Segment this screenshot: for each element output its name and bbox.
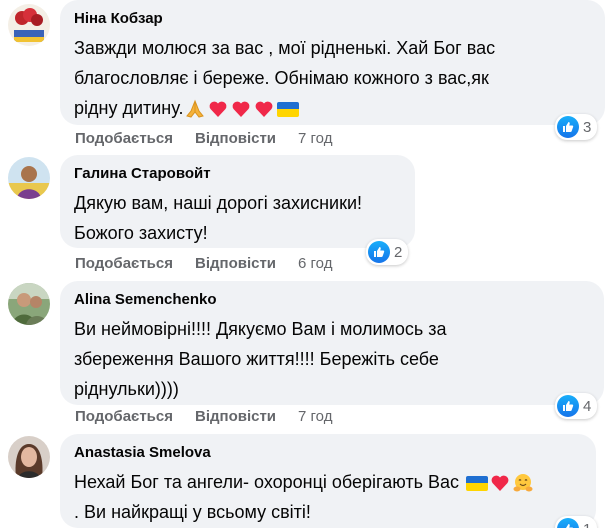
comment-author[interactable]: Галина Старовойт xyxy=(74,164,401,184)
comment-author[interactable]: Ніна Кобзар xyxy=(74,9,591,29)
comment-bubble: Ніна Кобзар Завжди молюся за вас , мої р… xyxy=(60,0,605,125)
comment-line: . Ви найкращі у всьому світі! xyxy=(74,502,311,522)
comment-line: збереження Вашого життя!!!! Бережіть себ… xyxy=(74,349,439,369)
comment-text: Дякую вам, наші дорогі захисники! Божого… xyxy=(74,188,401,248)
reply-button[interactable]: Відповісти xyxy=(195,255,276,273)
comment-line: благословляє і береже. Обнімаю кожного з… xyxy=(74,68,489,88)
comment-author[interactable]: Anastasia Smelova xyxy=(74,443,582,463)
comment-line: рідну дитину. xyxy=(74,93,591,123)
reaction-count-value: 2 xyxy=(394,243,403,261)
red-heart-emoji xyxy=(207,98,229,120)
timestamp[interactable]: 6 год xyxy=(298,255,332,273)
reply-button[interactable]: Відповісти xyxy=(195,408,276,426)
like-icon xyxy=(557,116,579,138)
avatar[interactable] xyxy=(8,157,50,199)
comment-text: Ви неймовірні!!!! Дякуємо Вам і молимось… xyxy=(74,314,590,404)
hugging-face-emoji xyxy=(512,472,534,494)
like-button[interactable]: Подобається xyxy=(75,255,173,273)
comment-line: Божого захисту! xyxy=(74,223,208,243)
reaction-count-value: 1 xyxy=(583,521,591,528)
comment-actions: Подобається Відповісти 7 год xyxy=(75,130,332,148)
comment-bubble: Галина Старовойт Дякую вам, наші дорогі … xyxy=(60,155,415,248)
like-button[interactable]: Подобається xyxy=(75,130,173,148)
comment-bubble: Anastasia Smelova Нехай Бог та ангели- о… xyxy=(60,434,596,528)
reaction-count-value: 4 xyxy=(583,397,592,415)
reaction-count[interactable]: 3 xyxy=(555,114,598,140)
comment-line-text: Нехай Бог та ангели- охоронці оберігають… xyxy=(74,472,459,492)
red-heart-emoji xyxy=(489,472,511,494)
red-heart-emoji xyxy=(253,98,275,120)
avatar[interactable] xyxy=(8,436,50,478)
comment-line-text: рідну дитину. xyxy=(74,98,184,118)
timestamp[interactable]: 7 год xyxy=(298,130,332,148)
like-button[interactable]: Подобається xyxy=(75,408,173,426)
like-icon xyxy=(557,518,579,528)
comment-text: Нехай Бог та ангели- охоронці оберігають… xyxy=(74,467,582,527)
comment-line: Дякую вам, наші дорогі захисники! xyxy=(74,193,362,213)
reaction-count[interactable]: 4 xyxy=(555,393,598,419)
reply-button[interactable]: Відповісти xyxy=(195,130,276,148)
like-icon xyxy=(368,241,390,263)
avatar[interactable] xyxy=(8,283,50,325)
reaction-count-value: 3 xyxy=(583,118,592,136)
timestamp[interactable]: 7 год xyxy=(298,408,332,426)
comment-text: Завжди молюся за вас , мої рідненькі. Ха… xyxy=(74,33,591,123)
ukraine-flag-emoji xyxy=(277,101,300,117)
comment-line: ріднульки)))) xyxy=(74,379,179,399)
comment-bubble: Alina Semenchenko Ви неймовірні!!!! Дяку… xyxy=(60,281,604,405)
comment-line: Завжди молюся за вас , мої рідненькі. Ха… xyxy=(74,38,496,58)
comment-actions: Подобається Відповісти 6 год xyxy=(75,255,332,273)
ukraine-flag-emoji xyxy=(465,475,488,491)
comment-line: Ви неймовірні!!!! Дякуємо Вам і молимось… xyxy=(74,319,447,339)
reaction-count[interactable]: 1 xyxy=(555,516,598,528)
red-heart-emoji xyxy=(230,98,252,120)
reaction-count[interactable]: 2 xyxy=(366,239,409,265)
comment-actions: Подобається Відповісти 7 год xyxy=(75,408,332,426)
comment-line: Нехай Бог та ангели- охоронці оберігають… xyxy=(74,467,582,497)
folded-hands-emoji xyxy=(184,98,206,120)
comment-author[interactable]: Alina Semenchenko xyxy=(74,290,590,310)
like-icon xyxy=(557,395,579,417)
avatar[interactable] xyxy=(8,4,50,46)
